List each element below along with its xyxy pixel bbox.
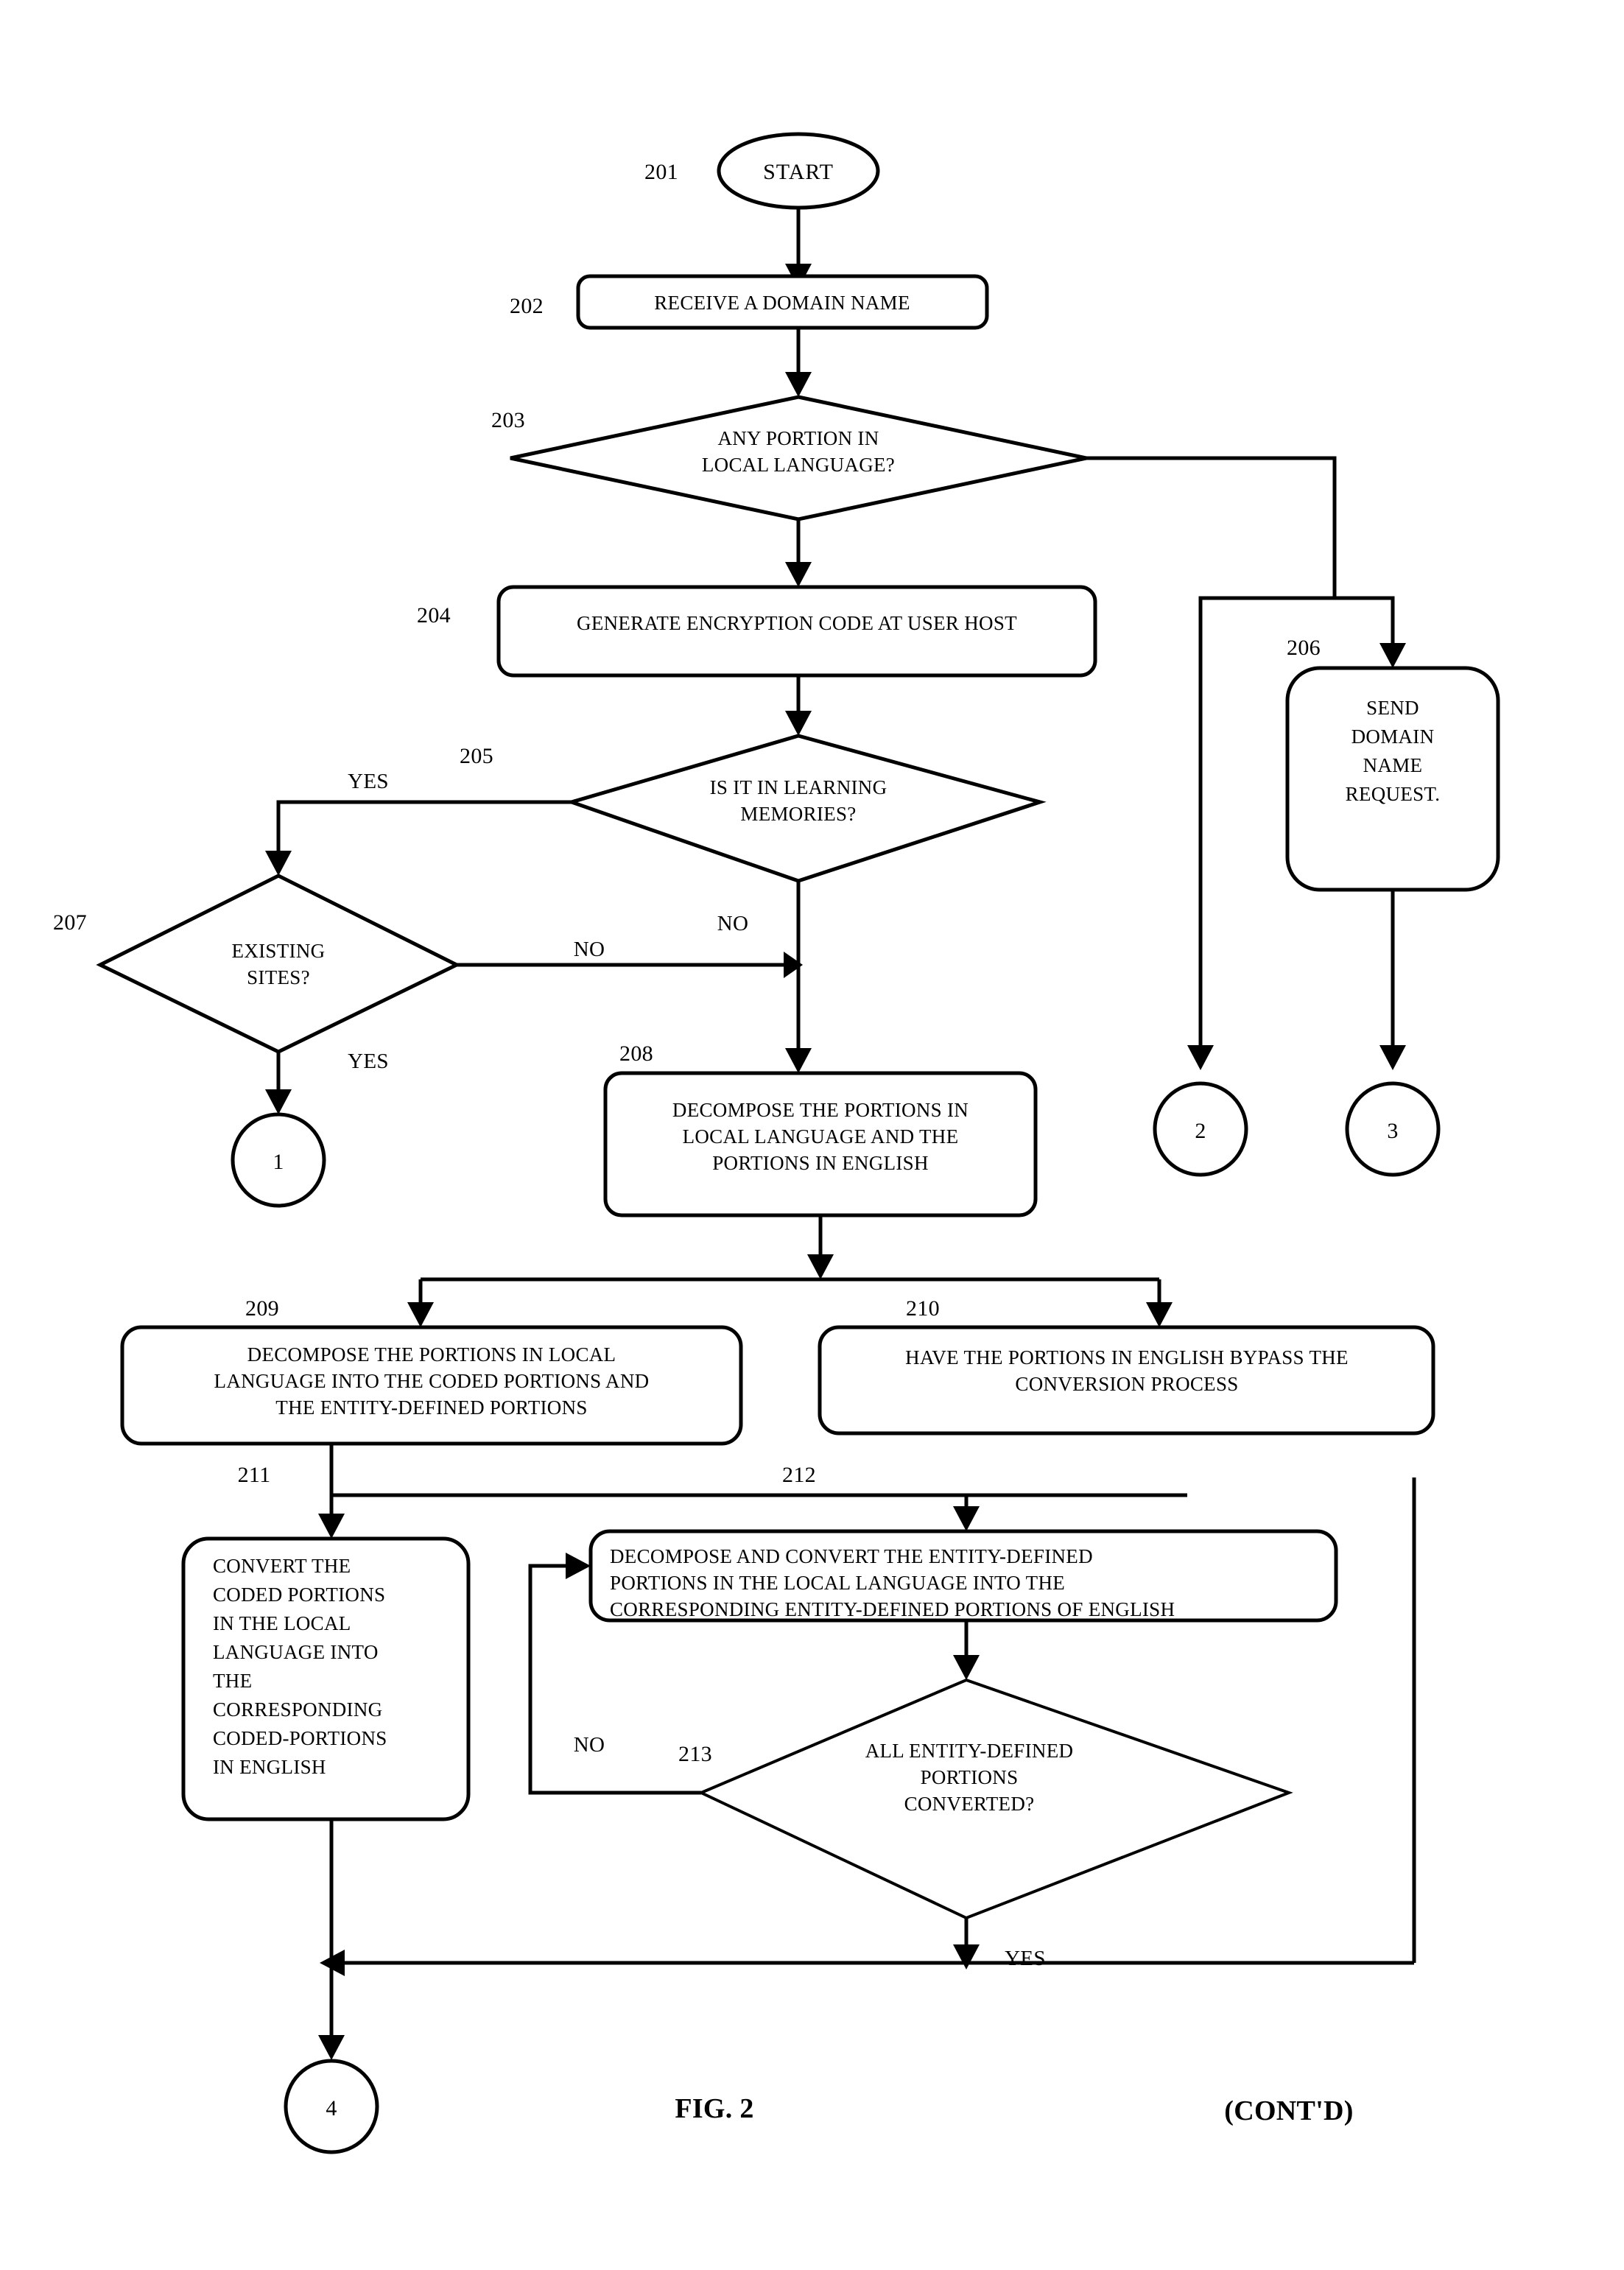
label-212-line-2: PORTIONS IN THE LOCAL LANGUAGE INTO THE (610, 1572, 1065, 1594)
ref-212: 212 (782, 1463, 816, 1487)
label-208-line-3: PORTIONS IN ENGLISH (712, 1152, 929, 1174)
edge-label-207-no: NO (574, 938, 605, 961)
ref-204: 204 (417, 603, 451, 628)
node-start[interactable]: START 201 (644, 132, 880, 210)
label-212-line-1: DECOMPOSE AND CONVERT THE ENTITY-DEFINED (610, 1545, 1093, 1567)
arrowhead-209-212 (953, 1506, 980, 1531)
label-207-line-1: EXISTING (232, 940, 326, 962)
diamond-207 (96, 874, 461, 1054)
label-204-line-1: GENERATE ENCRYPTION CODE AT USER HOST (577, 612, 1017, 634)
node-206-send-domain-name-request[interactable]: SEND DOMAIN NAME REQUEST. 206 (1285, 636, 1500, 892)
arrowhead-211-connector4 (318, 2035, 345, 2060)
label-213-line-3: CONVERTED? (904, 1793, 1035, 1815)
figure-continuation: (CONT'D) (1224, 2095, 1354, 2126)
arrowhead-213-yes (953, 1944, 980, 1969)
connector-circle-1[interactable]: 1 (231, 1112, 326, 1208)
node-212-decompose-convert-entity-defined[interactable]: DECOMPOSE AND CONVERT THE ENTITY-DEFINED… (588, 1463, 1338, 1623)
label-206-line-2: DOMAIN (1351, 725, 1435, 748)
ref-206: 206 (1287, 636, 1321, 660)
label-211-line-7: CODED-PORTIONS (213, 1727, 387, 1749)
label-206-line-4: REQUEST. (1346, 783, 1441, 805)
label-207-line-2: SITES? (247, 966, 310, 988)
flowchart-diagram: START 201 RECEIVE A DOMAIN NAME 202 ANY … (53, 132, 1500, 2154)
label-213-line-2: PORTIONS (921, 1766, 1019, 1788)
figure-caption-group: FIG. 2 (CONT'D) (675, 2093, 1353, 2126)
ref-213: 213 (678, 1742, 712, 1766)
ref-211: 211 (238, 1463, 271, 1487)
ref-201: 201 (644, 160, 678, 184)
ref-207: 207 (53, 910, 87, 935)
ref-205: 205 (460, 744, 493, 768)
node-213-all-entity-defined-converted[interactable]: ALL ENTITY-DEFINED PORTIONS CONVERTED? 2… (678, 1678, 1293, 1920)
edge-label-205-no: NO (717, 912, 749, 935)
ref-210: 210 (906, 1296, 940, 1321)
arrowhead-204-205 (785, 711, 812, 736)
start-label: START (763, 160, 834, 184)
arrowhead-208-bus (807, 1254, 834, 1279)
label-211-line-3: IN THE LOCAL (213, 1612, 351, 1634)
figure-caption: FIG. 2 (675, 2093, 753, 2124)
edge-205-yes-to-207 (276, 800, 572, 863)
arrowhead-203-connector2 (1187, 1045, 1214, 1070)
ref-202: 202 (510, 294, 544, 318)
label-203-line-2: LOCAL LANGUAGE? (702, 454, 895, 476)
patent-figure: START 201 RECEIVE A DOMAIN NAME 202 ANY … (0, 0, 1624, 2270)
label-206-line-3: NAME (1363, 754, 1423, 776)
label-208-line-2: LOCAL LANGUAGE AND THE (683, 1125, 959, 1148)
label-202-line-1: RECEIVE A DOMAIN NAME (654, 292, 910, 314)
label-213-line-1: ALL ENTITY-DEFINED (865, 1740, 1074, 1762)
ref-203: 203 (491, 408, 525, 432)
label-209-line-3: THE ENTITY-DEFINED PORTIONS (275, 1396, 587, 1419)
connector-circle-2[interactable]: 2 (1153, 1081, 1248, 1177)
arrowhead-bus-210 (1146, 1302, 1173, 1327)
arrowhead-202-203 (785, 372, 812, 397)
connector-2-label: 2 (1195, 1119, 1206, 1143)
label-211-line-5: THE (213, 1670, 252, 1692)
connector-3-label: 3 (1387, 1119, 1398, 1143)
label-211-line-8: IN ENGLISH (213, 1756, 326, 1778)
node-208-decompose-portions[interactable]: DECOMPOSE THE PORTIONS IN LOCAL LANGUAGE… (603, 1041, 1038, 1217)
edge-label-205-yes: YES (348, 770, 389, 793)
label-205-line-1: IS IT IN LEARNING (710, 776, 887, 798)
label-212-line-3: CORRESPONDING ENTITY-DEFINED PORTIONS OF… (610, 1598, 1175, 1620)
arrowhead-206-connector3 (1379, 1045, 1406, 1070)
connector-1-label: 1 (273, 1150, 284, 1174)
edge-label-207-yes: YES (348, 1050, 389, 1073)
label-211-line-6: CORRESPONDING (213, 1698, 382, 1721)
node-204-generate-encryption-code[interactable]: GENERATE ENCRYPTION CODE AT USER HOST 20… (417, 585, 1097, 678)
label-211-line-1: CONVERT THE (213, 1555, 351, 1577)
label-209-line-1: DECOMPOSE THE PORTIONS IN LOCAL (247, 1343, 616, 1366)
label-210-line-2: CONVERSION PROCESS (1015, 1373, 1238, 1395)
node-209-decompose-into-coded-portions[interactable]: DECOMPOSE THE PORTIONS IN LOCAL LANGUAGE… (120, 1296, 743, 1446)
arrowhead-213-loopback (566, 1553, 591, 1579)
arrowhead-205-207 (265, 851, 292, 876)
label-210-line-1: HAVE THE PORTIONS IN ENGLISH BYPASS THE (905, 1346, 1349, 1368)
label-203-line-1: ANY PORTION IN (717, 427, 879, 449)
arrowhead-203-204 (785, 562, 812, 587)
node-203-any-portion-local-language[interactable]: ANY PORTION IN LOCAL LANGUAGE? 203 (491, 395, 1087, 521)
connector-circle-4[interactable]: 4 (284, 2059, 379, 2154)
arrowhead-207-connector1 (265, 1089, 292, 1114)
arrowhead-209-211 (318, 1514, 345, 1539)
node-210-bypass-conversion[interactable]: HAVE THE PORTIONS IN ENGLISH BYPASS THE … (818, 1296, 1435, 1436)
node-205-is-it-in-learning-memories[interactable]: IS IT IN LEARNING MEMORIES? 205 (460, 734, 1047, 883)
arrowhead-bus-209 (407, 1302, 434, 1327)
label-209-line-2: LANGUAGE INTO THE CODED PORTIONS AND (214, 1370, 650, 1392)
label-211-line-2: CODED PORTIONS (213, 1584, 385, 1606)
label-206-line-1: SEND (1366, 697, 1419, 719)
node-202-receive-domain-name[interactable]: RECEIVE A DOMAIN NAME 202 (510, 274, 989, 330)
arrowhead-212-213 (953, 1655, 980, 1680)
node-207-existing-sites[interactable]: EXISTING SITES? 207 (53, 874, 461, 1054)
ref-209: 209 (245, 1296, 279, 1321)
label-208-line-1: DECOMPOSE THE PORTIONS IN (672, 1099, 969, 1121)
arrowhead-203-206 (1379, 643, 1406, 668)
connector-circle-3[interactable]: 3 (1345, 1081, 1441, 1177)
label-205-line-2: MEMORIES? (740, 803, 856, 825)
ref-208: 208 (619, 1041, 653, 1066)
label-211-line-4: LANGUAGE INTO (213, 1641, 379, 1663)
edge-label-213-yes: YES (1005, 1947, 1046, 1970)
connector-4-label: 4 (326, 2096, 337, 2120)
edge-label-213-no: NO (574, 1733, 605, 1757)
arrowhead-205-208 (785, 1048, 812, 1073)
